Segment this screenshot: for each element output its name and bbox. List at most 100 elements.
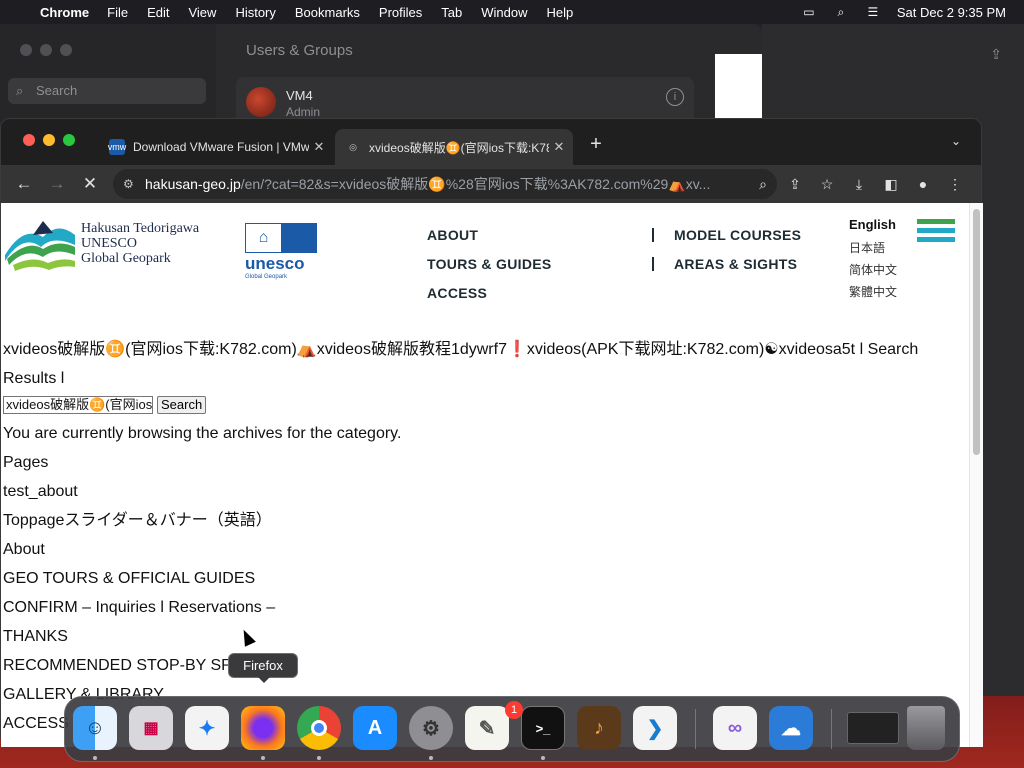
user-name: VM4 <box>286 88 313 103</box>
menu-help[interactable]: Help <box>547 5 574 20</box>
notification-badge: 1 <box>505 701 523 719</box>
spotlight-icon[interactable]: ⌕ <box>833 5 849 19</box>
hamburger-menu-icon[interactable] <box>917 219 955 249</box>
visual-studio-icon[interactable]: ∞ <box>713 706 757 750</box>
menu-edit[interactable]: Edit <box>147 5 169 20</box>
back-button[interactable]: ← <box>11 171 37 197</box>
side-panel-icon[interactable]: ◧ <box>879 171 903 197</box>
dock-tooltip: Firefox <box>228 653 298 683</box>
archive-notice: You are currently browsing the archives … <box>3 425 402 442</box>
url-host: hakusan-geo.jp <box>145 176 241 192</box>
logo-line: Hakusan Tedorigawa <box>81 221 200 236</box>
menu-history[interactable]: History <box>235 5 275 20</box>
chrome-icon[interactable] <box>297 706 341 750</box>
lang-english[interactable]: English <box>849 217 896 232</box>
nav-divider <box>652 228 654 242</box>
app-menu[interactable]: Chrome <box>40 5 89 20</box>
minimized-window-icon[interactable] <box>847 712 899 744</box>
close-icon[interactable]: ✕ <box>549 139 569 155</box>
logo-line: UNESCO <box>81 236 138 251</box>
page-link[interactable]: RECOMMENDED STOP-BY SPOTS <box>3 651 401 680</box>
page-title: xvideos破解版♊(官网ios下载:K782.com)⛺xvideos破解版… <box>3 341 919 387</box>
vscode-icon[interactable]: ❯ <box>633 706 677 750</box>
screen-mirroring-icon[interactable]: ▭ <box>801 5 817 19</box>
forward-button[interactable]: → <box>44 171 70 197</box>
menu-view[interactable]: View <box>188 5 216 20</box>
trash-icon[interactable] <box>907 706 945 750</box>
menu-profiles[interactable]: Profiles <box>379 5 422 20</box>
nav-divider <box>652 257 654 271</box>
stop-loading-button[interactable]: ✕ <box>77 171 103 197</box>
avatar <box>246 87 276 117</box>
page-scrollbar[interactable] <box>969 203 983 747</box>
page-link[interactable]: THANKS <box>3 622 401 651</box>
share-icon[interactable]: ⇪ <box>783 171 807 197</box>
app-store-icon[interactable]: A <box>353 706 397 750</box>
settings-search-input[interactable]: ⌕ Search <box>8 78 206 104</box>
close-window-button[interactable] <box>23 134 35 146</box>
weather-icon[interactable]: ☁ <box>769 706 813 750</box>
geopark-logo[interactable] <box>3 215 77 273</box>
search-placeholder: Search <box>36 83 78 98</box>
page-link[interactable]: test_about <box>3 477 401 506</box>
zoom-icon[interactable]: ⌕ <box>751 171 775 197</box>
terminal-icon[interactable]: >_ <box>521 706 565 750</box>
system-settings-icon[interactable]: ⚙ <box>409 706 453 750</box>
unesco-emblem: ⌂ <box>245 223 317 253</box>
garageband-icon[interactable]: ♪ <box>577 706 621 750</box>
control-center-icon[interactable]: ☰ <box>865 5 881 19</box>
scroll-thumb[interactable] <box>973 209 980 455</box>
close-dot[interactable] <box>20 44 32 56</box>
lang-simplified-chinese[interactable]: 简体中文 <box>849 261 897 278</box>
tune-icon[interactable]: ⚙ <box>123 169 134 199</box>
page-link[interactable]: CONFIRM – Inquiries l Reservations – <box>3 593 401 622</box>
search-icon: ⌕ <box>16 83 24 98</box>
more-menu-icon[interactable]: ⋮ <box>943 171 967 197</box>
running-indicator <box>541 756 545 760</box>
lang-japanese[interactable]: 日本語 <box>849 239 885 256</box>
tab-vmware[interactable]: vmw Download VMware Fusion | VMware ✕ <box>99 129 333 165</box>
new-tab-button[interactable]: + <box>585 133 607 155</box>
info-icon[interactable]: i <box>666 88 684 106</box>
page-link[interactable]: Toppageスライダー＆バナー（英語） <box>3 506 401 535</box>
download-icon[interactable]: ⤓ <box>847 171 871 197</box>
nav-about[interactable]: ABOUT <box>427 227 478 243</box>
menu-tab[interactable]: Tab <box>441 5 462 20</box>
address-bar[interactable]: ⚙ hakusan-geo.jp/en/?cat=82&s=xvideos破解版… <box>113 169 777 199</box>
unesco-logo[interactable]: ⌂ unesco Global Geopark <box>245 223 319 281</box>
menu-bar: Chrome File Edit View History Bookmarks … <box>0 0 1024 24</box>
safari-icon[interactable]: ✦ <box>185 706 229 750</box>
page-link[interactable]: About <box>3 535 401 564</box>
search-input[interactable]: xvideos破解版♊(官网ios下载:K782.com) <box>3 396 153 414</box>
running-indicator <box>261 756 265 760</box>
minimize-dot[interactable] <box>40 44 52 56</box>
user-role: Admin <box>286 105 321 119</box>
share-icon[interactable]: ⇪ <box>990 46 1002 63</box>
lang-traditional-chinese[interactable]: 繁體中文 <box>849 283 897 300</box>
tab-search-chevron-icon[interactable]: ⌄ <box>951 134 961 148</box>
minimize-window-button[interactable] <box>43 134 55 146</box>
search-button[interactable]: Search <box>157 396 207 414</box>
menubar-clock[interactable]: Sat Dec 2 9:35 PM <box>897 5 1006 20</box>
omnibox-actions: ⌕ ⇪ ☆ ⤓ ◧ ● ⋮ <box>751 171 967 197</box>
nav-access[interactable]: ACCESS <box>427 285 487 301</box>
launchpad-icon[interactable]: ▦ <box>129 706 173 750</box>
menu-file[interactable]: File <box>107 5 128 20</box>
zoom-window-button[interactable] <box>63 134 75 146</box>
zoom-dot[interactable] <box>60 44 72 56</box>
menu-window[interactable]: Window <box>481 5 527 20</box>
finder-icon[interactable]: ☺ <box>73 706 117 750</box>
bookmark-star-icon[interactable]: ☆ <box>815 171 839 197</box>
site-favicon-icon: ◎ <box>349 141 357 152</box>
menu-bookmarks[interactable]: Bookmarks <box>295 5 360 20</box>
nav-tours-guides[interactable]: TOURS & GUIDES <box>427 256 552 272</box>
firefox-icon[interactable] <box>241 706 285 750</box>
nav-model-courses[interactable]: MODEL COURSES <box>674 227 801 243</box>
textedit-icon[interactable]: ✎ <box>465 706 509 750</box>
url-path: /en/?cat=82&s=xvideos破解版♊%28官网ios下载%3AK7… <box>240 176 711 192</box>
nav-areas-sights[interactable]: AREAS & SIGHTS <box>674 256 797 272</box>
tab-search-results[interactable]: ◎ xvideos破解版♊(官网ios下载:K782.com) ✕ <box>335 129 573 165</box>
page-link[interactable]: GEO TOURS & OFFICIAL GUIDES <box>3 564 401 593</box>
profile-icon[interactable]: ● <box>911 171 935 197</box>
close-icon[interactable]: ✕ <box>309 139 329 155</box>
